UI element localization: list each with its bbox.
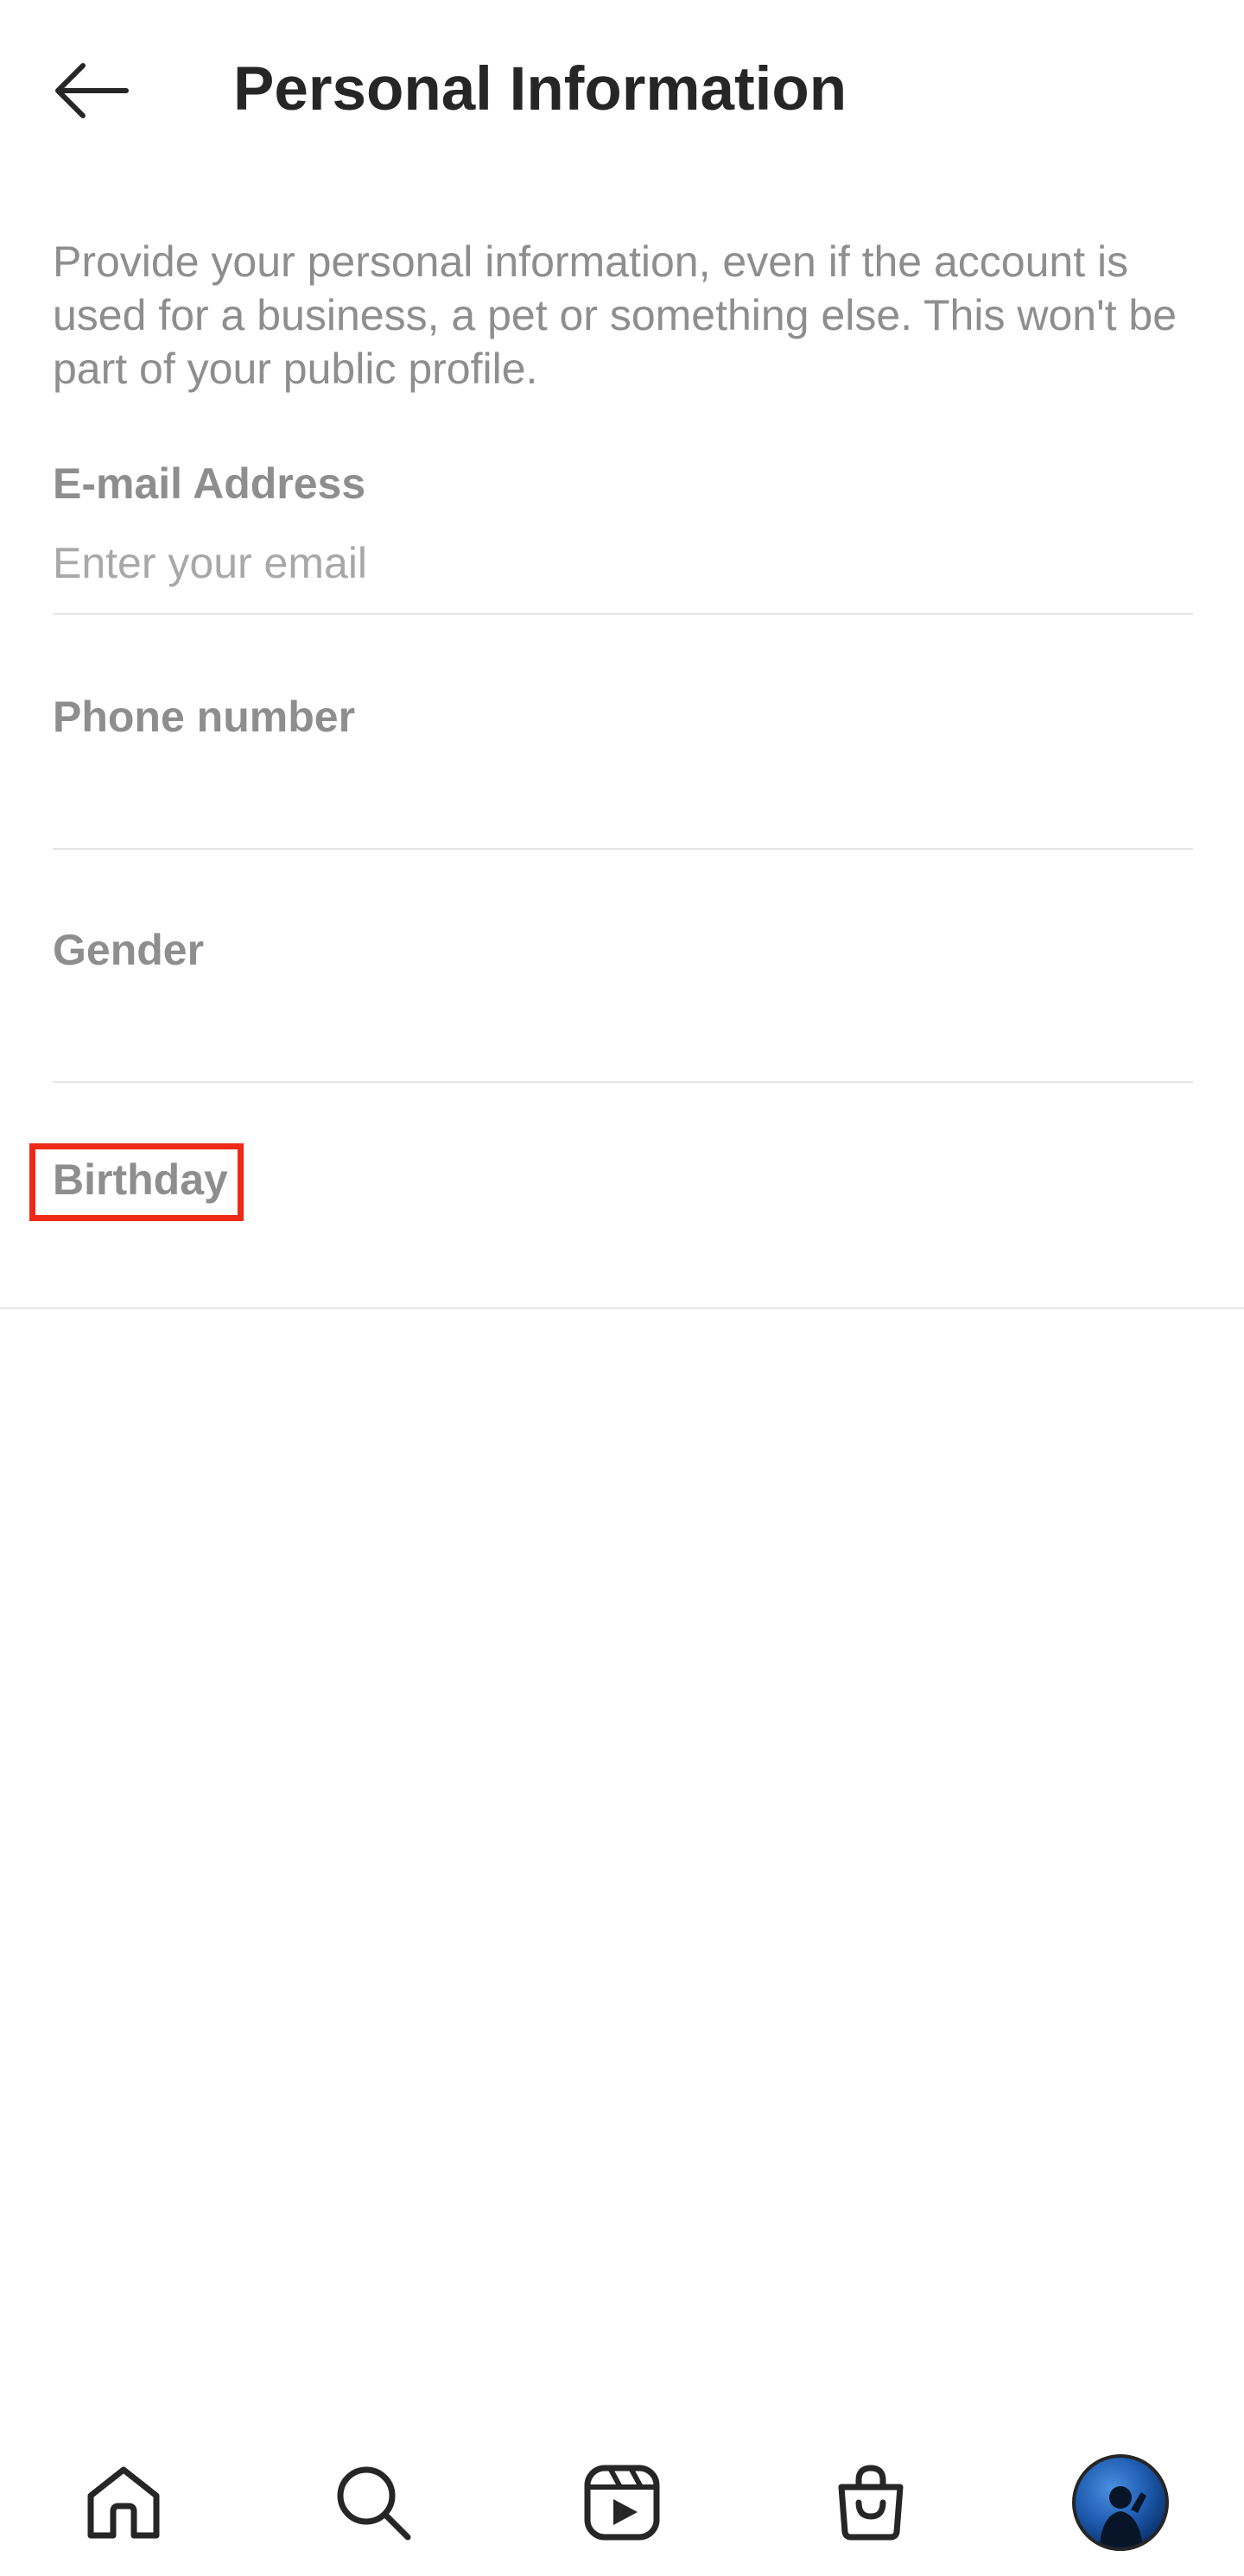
phone-input[interactable] [53, 762, 1193, 831]
nav-search[interactable] [321, 2451, 425, 2554]
home-icon [87, 2466, 160, 2539]
back-button[interactable] [43, 47, 138, 134]
description-text: Provide your personal information, even … [53, 237, 1177, 393]
arrow-left-icon [55, 63, 129, 118]
nav-reels[interactable] [570, 2451, 674, 2554]
phone-field[interactable]: Phone number [53, 691, 1193, 850]
nav-shop[interactable] [819, 2451, 923, 2554]
gender-field[interactable]: Gender [53, 924, 1193, 1083]
email-input[interactable] [53, 528, 1193, 598]
gender-input[interactable] [53, 995, 1193, 1064]
phone-label: Phone number [53, 693, 356, 741]
nav-profile[interactable] [1069, 2451, 1172, 2554]
search-icon [337, 2466, 411, 2541]
personal-information-screen: Personal Information Provide your person… [0, 0, 1244, 2576]
page-title: Personal Information [233, 55, 847, 123]
nav-home[interactable] [72, 2451, 175, 2554]
shopping-bag-icon [838, 2465, 904, 2541]
email-label: E-mail Address [53, 459, 366, 508]
highlight-box [29, 1143, 244, 1221]
header: Personal Information [0, 0, 1244, 181]
email-field: E-mail Address [53, 458, 1193, 615]
reels-icon [584, 2465, 660, 2541]
avatar [1072, 2454, 1169, 2551]
gender-label: Gender [53, 926, 205, 974]
bottom-nav [0, 2435, 1244, 2576]
